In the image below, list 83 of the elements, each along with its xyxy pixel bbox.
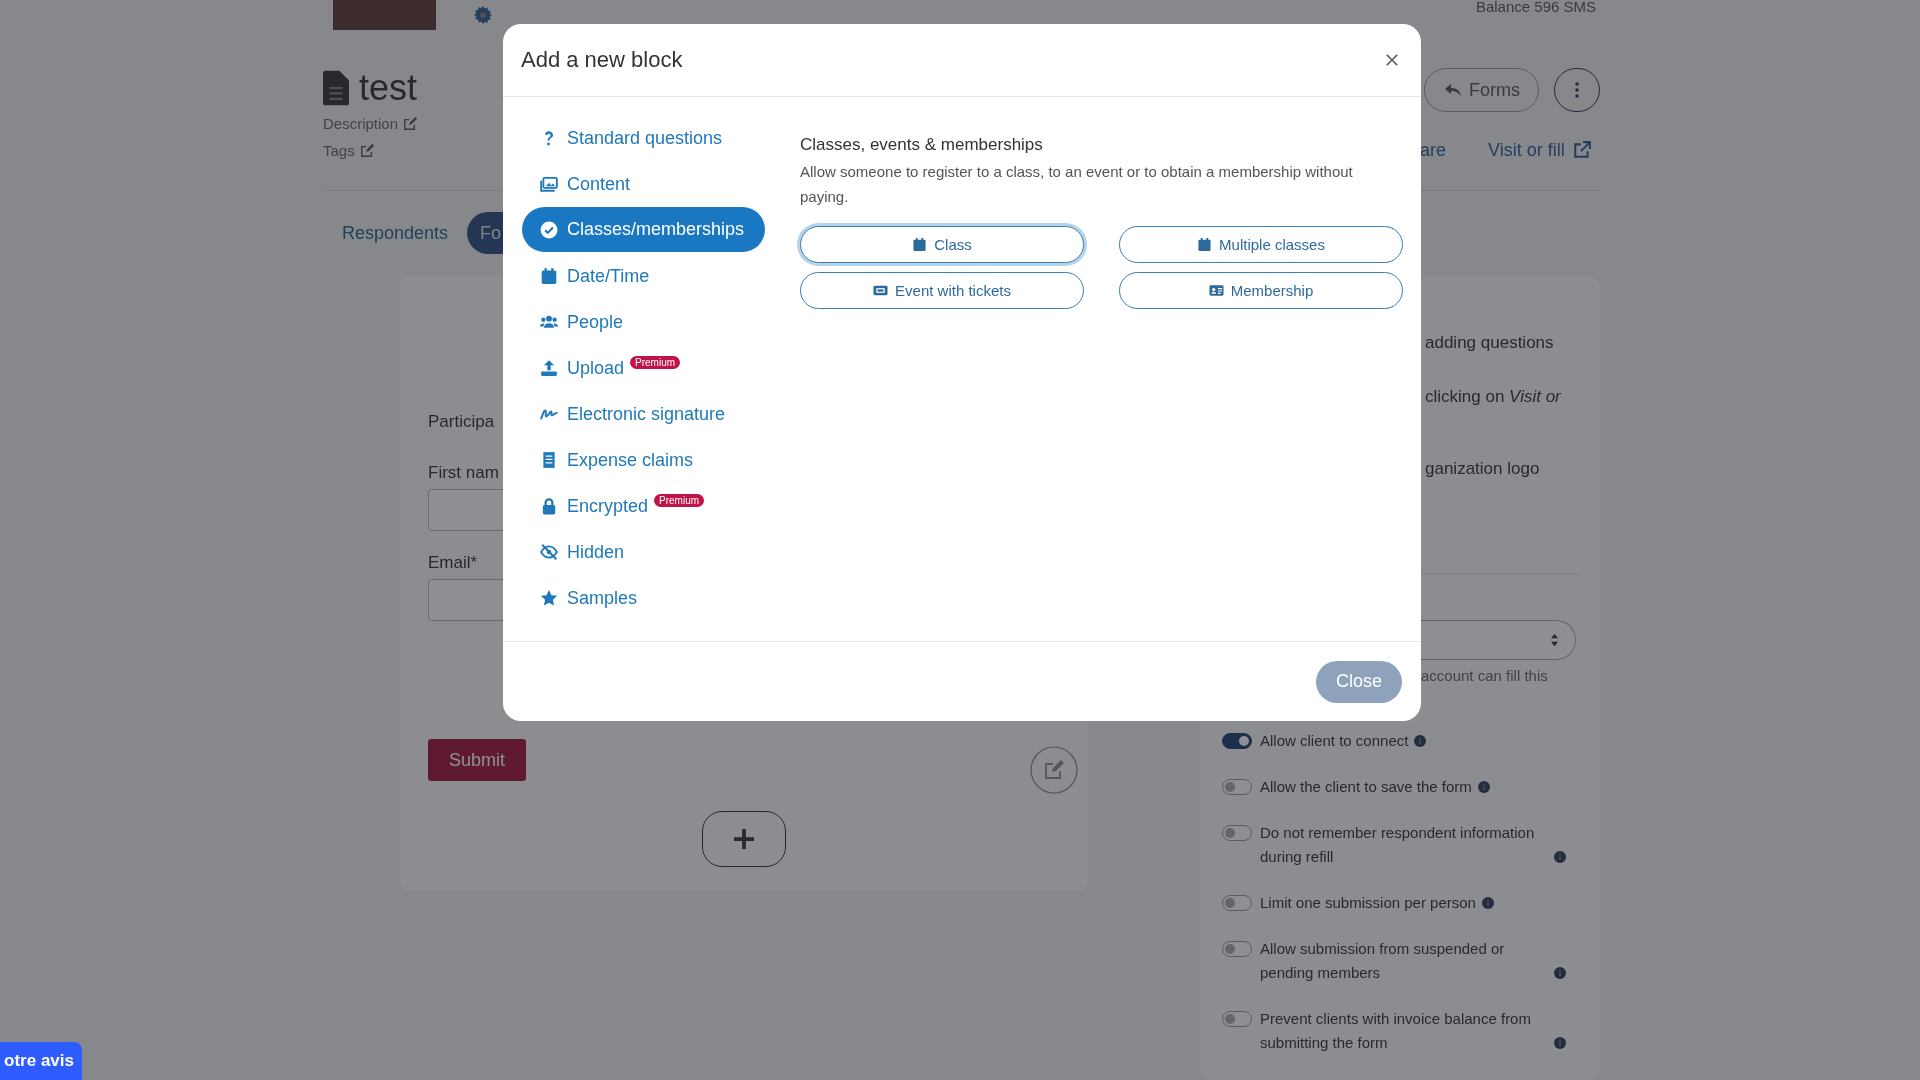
- toggle-switch[interactable]: [1222, 1011, 1252, 1027]
- toggle-switch[interactable]: [1222, 825, 1252, 841]
- toggle-label: Allow client to connect: [1260, 731, 1409, 751]
- submit-button[interactable]: Submit: [428, 739, 526, 781]
- category-item[interactable]: Standard questions: [522, 115, 765, 161]
- toggle-label: Limit one submission per person: [1260, 893, 1476, 913]
- calendar-icon: [1197, 237, 1213, 252]
- toggle-switch[interactable]: [1222, 895, 1252, 911]
- page-title: test: [359, 67, 418, 109]
- share-link[interactable]: are: [1420, 139, 1446, 161]
- edit-icon: [1030, 746, 1078, 794]
- close-button[interactable]: Close: [1316, 660, 1402, 703]
- section-heading: Participa: [428, 412, 495, 432]
- help-text: account can fill this: [1421, 667, 1548, 684]
- check-circle-icon: [540, 220, 558, 239]
- document-icon: [323, 70, 349, 106]
- receipt-icon: [540, 451, 558, 469]
- info-icon: [1554, 1037, 1566, 1049]
- field-label: Email*: [428, 553, 478, 573]
- category-item[interactable]: Encrypted Premium: [522, 483, 765, 529]
- kebab-menu-icon: [1575, 82, 1579, 98]
- section-title: Classes, events & memberships: [800, 135, 1044, 155]
- category-item[interactable]: People: [522, 299, 765, 345]
- images-icon: [540, 175, 558, 193]
- external-link-icon: [1572, 141, 1591, 159]
- edit-icon: [359, 143, 374, 158]
- lock-icon: [540, 497, 558, 515]
- category-item[interactable]: Classes/memberships: [522, 207, 765, 252]
- category-item[interactable]: Upload Premium: [522, 345, 765, 391]
- toggle-switch[interactable]: [1222, 941, 1252, 957]
- visit-link[interactable]: Visit or fill: [1488, 139, 1565, 161]
- calendar-icon: [912, 237, 928, 252]
- dialog-title: Add a new block: [521, 47, 683, 73]
- info-icon: [1481, 897, 1494, 909]
- category-item[interactable]: Date/Time: [522, 253, 765, 299]
- calendar-icon: [540, 267, 558, 285]
- sort-arrows-icon: [1550, 633, 1559, 647]
- toggle-label: Prevent clients with invoice balance from submitting the form: [1260, 1009, 1532, 1053]
- select-field[interactable]: [1421, 620, 1576, 660]
- settings-icon: [474, 6, 492, 24]
- option-button[interactable]: Class: [800, 226, 1084, 263]
- help-text: ganization logo: [1425, 459, 1540, 479]
- category-item[interactable]: Samples: [522, 575, 765, 621]
- option-button[interactable]: Membership: [1119, 272, 1403, 309]
- toggle-switch[interactable]: [1222, 733, 1252, 749]
- toggle-label: Allow submission from suspended or pending members: [1260, 939, 1506, 983]
- toggle-switch[interactable]: [1222, 779, 1252, 795]
- info-icon: [1477, 781, 1490, 793]
- eye-slash-icon: [540, 543, 558, 561]
- tab[interactable]: Respondents: [342, 212, 449, 254]
- info-icon: [1554, 967, 1566, 979]
- info-icon: [1554, 851, 1566, 863]
- category-item[interactable]: Content: [522, 161, 765, 207]
- help-text: clicking on Visit or: [1425, 387, 1561, 407]
- category-item[interactable]: Electronic signature: [522, 391, 765, 437]
- feedback-button[interactable]: otre avis: [0, 1042, 82, 1080]
- tab[interactable]: Fo: [467, 212, 506, 254]
- plus-icon: [734, 829, 754, 849]
- premium-badge: Premium: [654, 493, 705, 507]
- info-icon: [1414, 735, 1427, 747]
- section-description: Allow someone to register to a class, to an event or to obtain a membership without paying.: [800, 162, 1354, 207]
- premium-badge: Premium: [630, 355, 681, 369]
- category-item[interactable]: Expense claims: [522, 437, 765, 483]
- option-button[interactable]: Event with tickets: [800, 272, 1084, 309]
- toggle-label: Allow the client to save the form: [1260, 777, 1472, 797]
- star-icon: [540, 589, 558, 607]
- add-block-button[interactable]: [702, 811, 786, 867]
- help-text: adding questions: [1425, 333, 1554, 353]
- ticket-icon: [873, 283, 889, 298]
- meta-link[interactable]: Tags: [323, 142, 355, 159]
- option-button[interactable]: Multiple classes: [1119, 226, 1403, 263]
- balance-text: Balance 596 SMS: [1475, 0, 1596, 14]
- upload-icon: [540, 359, 558, 377]
- people-icon: [540, 313, 558, 331]
- category-item[interactable]: Hidden: [522, 529, 765, 575]
- input-field[interactable]: [428, 579, 504, 621]
- meta-link[interactable]: Description: [323, 115, 399, 132]
- field-label: First nam: [428, 463, 499, 483]
- toggle-label: Do not remember respondent information during refill: [1260, 823, 1536, 867]
- input-field[interactable]: [428, 489, 504, 531]
- id-card-icon: [1208, 283, 1224, 298]
- close-icon: [1385, 53, 1399, 67]
- edit-icon: [403, 116, 418, 131]
